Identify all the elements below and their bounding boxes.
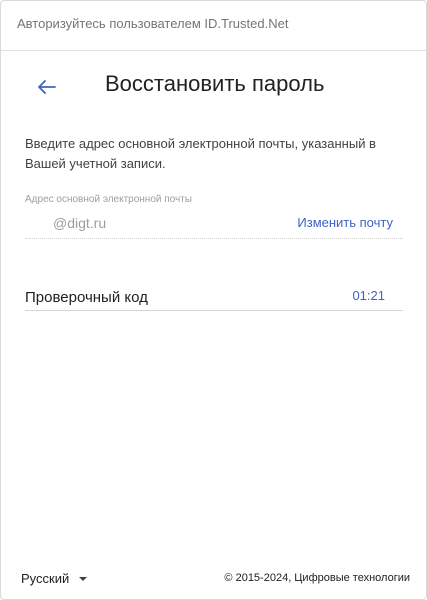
- email-value: @digt.ru: [53, 215, 107, 231]
- change-email-link[interactable]: Изменить почту: [297, 215, 393, 230]
- email-row: @digt.ru Изменить почту: [25, 213, 403, 239]
- instruction-text: Введите адрес основной электронной почты…: [25, 136, 376, 171]
- page-title: Восстановить пароль: [105, 71, 325, 96]
- arrow-left-icon: [38, 80, 56, 94]
- verification-code-label: Проверочный код: [25, 289, 148, 306]
- email-label: Адрес основной электронной почты: [25, 194, 192, 205]
- language-select[interactable]: Русский: [21, 571, 88, 586]
- chevron-down-icon: [79, 576, 88, 581]
- resend-timer: 01:21: [352, 288, 385, 303]
- header-bar: Авторизуйтесь пользователем ID.Trusted.N…: [1, 1, 426, 51]
- verification-code-field[interactable]: Проверочный код 01:21: [25, 285, 403, 311]
- language-label: Русский: [21, 571, 70, 586]
- email-field: Адрес основной электронной почты @digt.r…: [25, 194, 403, 239]
- auth-card: Авторизуйтесь пользователем ID.Trusted.N…: [0, 0, 427, 600]
- copyright-text: © 2015-2024, Цифровые технологии: [224, 572, 410, 584]
- back-button[interactable]: [33, 73, 61, 101]
- header-title: Авторизуйтесь пользователем ID.Trusted.N…: [17, 16, 289, 31]
